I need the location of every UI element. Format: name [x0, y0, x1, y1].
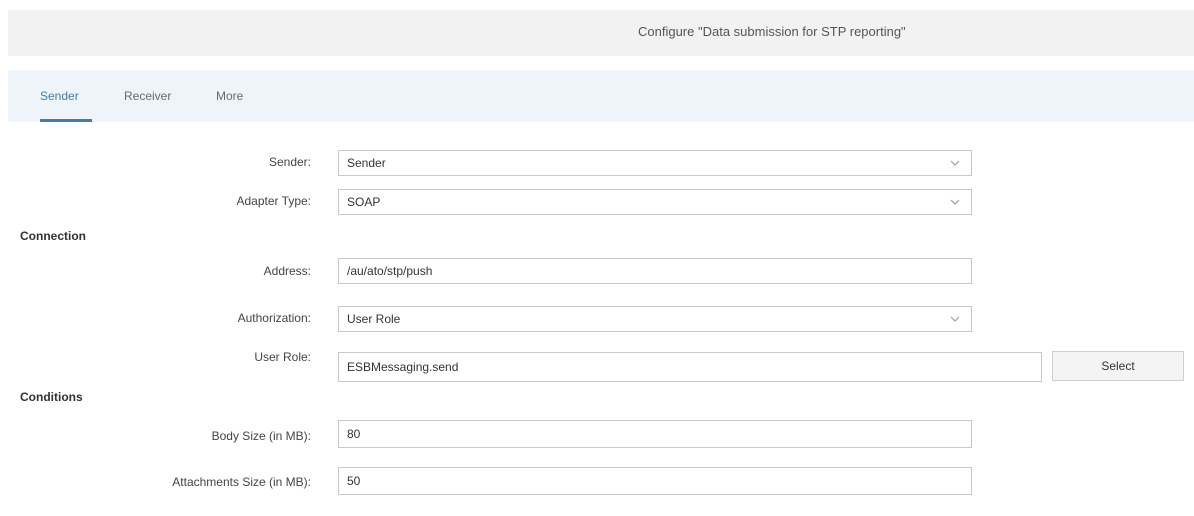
user-role-input[interactable]: ESBMessaging.send	[338, 352, 1042, 382]
chevron-down-icon	[949, 156, 961, 170]
attachments-size-label: Attachments Size (in MB):	[172, 475, 311, 489]
adapter-type-label: Adapter Type:	[236, 194, 312, 208]
sender-label: Sender:	[268, 155, 311, 169]
attachments-size-input-value: 50	[347, 474, 361, 488]
active-tab-indicator	[40, 119, 92, 122]
body-size-label: Body Size (in MB):	[211, 429, 311, 443]
authorization-label: Authorization:	[237, 311, 311, 325]
authorization-select-value: User Role	[347, 312, 401, 326]
tab-bar: Sender Receiver More	[8, 70, 1194, 122]
address-input-value: /au/ato/stp/push	[347, 264, 433, 278]
title-bar: Configure "Data submission for STP repor…	[8, 10, 1194, 56]
attachments-size-input[interactable]: 50	[338, 467, 972, 495]
sender-select-value: Sender	[347, 156, 386, 170]
tab-sender[interactable]: Sender	[40, 89, 79, 103]
section-connection: Connection	[20, 229, 86, 243]
user-role-input-value: ESBMessaging.send	[347, 360, 459, 374]
select-button[interactable]: Select	[1052, 351, 1184, 381]
body-size-input[interactable]: 80	[338, 420, 972, 448]
sender-select[interactable]: Sender	[338, 150, 972, 176]
authorization-select[interactable]: User Role	[338, 306, 972, 332]
adapter-type-select[interactable]: SOAP	[338, 189, 972, 215]
page-title: Configure "Data submission for STP repor…	[638, 24, 906, 39]
tab-receiver[interactable]: Receiver	[124, 89, 171, 103]
address-label: Address:	[263, 264, 311, 278]
adapter-type-select-value: SOAP	[347, 195, 381, 209]
section-conditions: Conditions	[20, 390, 83, 404]
tab-more[interactable]: More	[216, 89, 243, 103]
chevron-down-icon	[949, 312, 961, 326]
address-input[interactable]: /au/ato/stp/push	[338, 258, 972, 284]
body-size-input-value: 80	[347, 427, 361, 441]
chevron-down-icon	[949, 195, 961, 209]
user-role-label: User Role:	[254, 350, 311, 364]
